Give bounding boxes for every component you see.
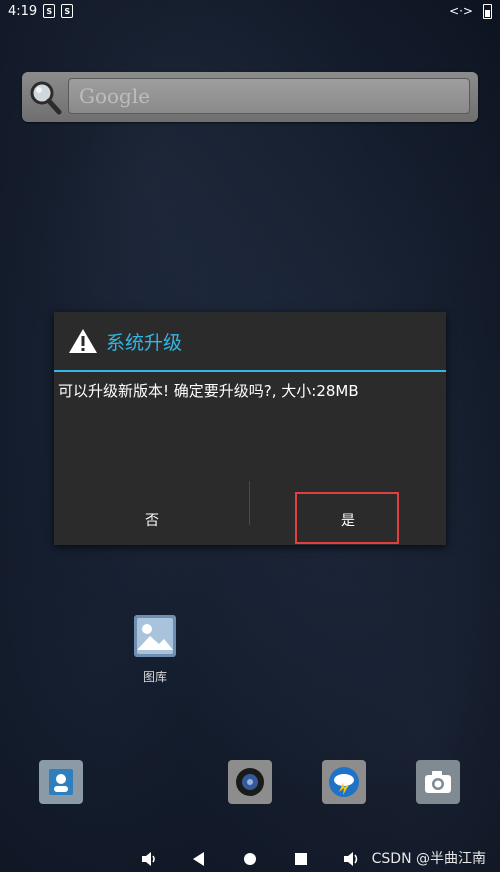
home-icon[interactable] (241, 850, 259, 868)
volume-up-icon[interactable] (342, 850, 360, 868)
watermark: CSDN @半曲江南 (371, 851, 486, 867)
gallery-app[interactable]: 图库 (130, 614, 180, 685)
system-upgrade-dialog: 系统升级 可以升级新版本! 确定要升级吗?, 大小:28MB 否 是 (54, 312, 446, 545)
gallery-label: 图库 (142, 670, 167, 684)
navigation-bar: CSDN @半曲江南 (0, 846, 500, 872)
google-search-widget[interactable]: Google (22, 72, 478, 122)
status-bar: 4:19 S S <·> (0, 0, 500, 22)
status-left: 4:19 S S (8, 3, 74, 19)
dialog-header: 系统升级 (54, 312, 446, 372)
search-icon[interactable] (28, 79, 62, 115)
weather-app-icon[interactable] (322, 760, 366, 804)
status-time: 4:19 (8, 3, 38, 19)
status-right: <·> (449, 3, 492, 19)
camera-app-icon[interactable] (416, 760, 460, 804)
warning-icon (69, 329, 97, 353)
notification-icon-1: S (43, 4, 56, 18)
back-icon[interactable] (190, 850, 208, 868)
battery-icon (483, 3, 492, 19)
gallery-icon[interactable] (133, 614, 177, 658)
contacts-app-icon[interactable] (39, 760, 83, 804)
data-activity-icon: <·> (449, 4, 473, 18)
confirm-button-highlight (295, 492, 399, 544)
dialog-title: 系统升级 (106, 331, 183, 354)
notification-icon-2: S (61, 4, 74, 18)
volume-down-icon[interactable] (140, 850, 158, 868)
search-input[interactable]: Google (68, 78, 470, 114)
recents-icon[interactable] (292, 850, 310, 868)
music-app-icon[interactable] (228, 760, 272, 804)
cancel-button[interactable]: 否 (54, 495, 250, 545)
dialog-message: 可以升级新版本! 确定要升级吗?, 大小:28MB (58, 382, 359, 400)
